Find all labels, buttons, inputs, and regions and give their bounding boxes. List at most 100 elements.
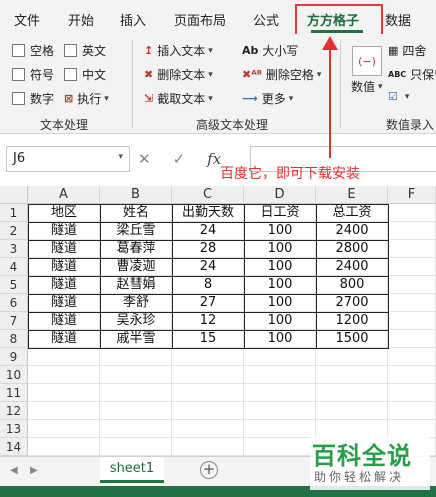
chinese-checkbox[interactable]: 中文 [64, 66, 106, 83]
data-cell[interactable]: 1200 [316, 312, 388, 330]
watermark-title: 百科全说 [312, 442, 412, 470]
column-header-e[interactable]: E [316, 186, 388, 204]
data-cell[interactable]: 100 [244, 240, 316, 258]
data-cell[interactable]: 15 [172, 330, 244, 348]
more-button[interactable]: ⟶ 更多 ▾ [242, 90, 293, 107]
data-cell[interactable]: 100 [244, 312, 316, 330]
data-cell[interactable]: 隧道 [28, 276, 100, 294]
case-button[interactable]: Ab 大小写 [242, 42, 298, 59]
data-cell[interactable]: 100 [244, 222, 316, 240]
row-header-13[interactable]: 13 [0, 420, 28, 438]
data-cell[interactable]: 100 [244, 258, 316, 276]
data-cell[interactable]: 曹凌迦 [100, 258, 172, 276]
sheet-tab[interactable]: sheet1 [100, 457, 164, 483]
data-cell[interactable]: 1500 [316, 330, 388, 348]
data-cell[interactable]: 隧道 [28, 222, 100, 240]
row-header-10[interactable]: 10 [0, 366, 28, 384]
data-cell[interactable]: 李舒 [100, 294, 172, 312]
data-cell[interactable]: 8 [172, 276, 244, 294]
data-cell[interactable]: 赵彗娟 [100, 276, 172, 294]
arrow-up-icon [322, 36, 338, 50]
chevron-right-icon[interactable]: ▶ [30, 465, 38, 476]
header-cell[interactable]: 地区 [28, 204, 100, 222]
row-header-11[interactable]: 11 [0, 384, 28, 402]
data-cell[interactable]: 隧道 [28, 240, 100, 258]
column-header-a[interactable]: A [28, 186, 100, 204]
tab-insert[interactable]: 插入 [120, 10, 146, 29]
header-cell[interactable]: 总工资 [316, 204, 388, 222]
data-cell[interactable]: 梁丘雪 [100, 222, 172, 240]
round-button[interactable]: ▦ 四舍 [388, 42, 426, 59]
header-cell[interactable]: 日工资 [244, 204, 316, 222]
row-header-5[interactable]: 5 [0, 276, 28, 294]
chevron-down-icon: ▾ [404, 91, 410, 102]
chevron-down-icon: ▾ [316, 69, 322, 80]
row-header-6[interactable]: 6 [0, 294, 28, 312]
column-header-b[interactable]: B [100, 186, 172, 204]
number-checkbox[interactable]: 数字 [12, 90, 54, 107]
data-cell[interactable]: 隧道 [28, 294, 100, 312]
row-header-3[interactable]: 3 [0, 240, 28, 258]
data-cell[interactable]: 800 [316, 276, 388, 294]
cancel-icon[interactable]: ✕ [138, 150, 151, 168]
abc-icon: ABC [388, 70, 407, 79]
tab-home[interactable]: 开始 [68, 10, 94, 29]
row-header-4[interactable]: 4 [0, 258, 28, 276]
delete-text-button[interactable]: ✖ 删除文本 ▾ [144, 66, 213, 83]
confirm-icon[interactable]: ✓ [173, 150, 186, 168]
data-cell[interactable]: 2400 [316, 258, 388, 276]
column-header-d[interactable]: D [244, 186, 316, 204]
row-header-9[interactable]: 9 [0, 348, 28, 366]
advanced-group-label: 高级文本处理 [196, 118, 269, 132]
data-cell[interactable]: 100 [244, 276, 316, 294]
data-cell[interactable]: 戚半雪 [100, 330, 172, 348]
edit-button[interactable]: ☑ ▾ [388, 90, 409, 103]
edit-icon: ☑ [388, 90, 398, 103]
tab-file[interactable]: 文件 [14, 10, 40, 29]
header-cell[interactable]: 出勤天数 [172, 204, 244, 222]
column-header-c[interactable]: C [172, 186, 244, 204]
tab-data[interactable]: 数据 [385, 10, 411, 29]
keep-only-button[interactable]: ABC只保留 [388, 66, 436, 83]
header-cell[interactable]: 姓名 [100, 204, 172, 222]
data-cell[interactable]: 隧道 [28, 258, 100, 276]
row-header-12[interactable]: 12 [0, 402, 28, 420]
tab-page-layout[interactable]: 页面布局 [174, 10, 226, 29]
value-icon[interactable]: (−) [352, 46, 382, 76]
data-cell[interactable]: 100 [244, 330, 316, 348]
execute-button[interactable]: ⊠ 执行 ▾ [64, 90, 109, 107]
value-button[interactable]: 数值 ▾ [351, 78, 383, 95]
data-cell[interactable]: 隧道 [28, 312, 100, 330]
symbol-checkbox[interactable]: 符号 [12, 66, 54, 83]
data-cell[interactable]: 2800 [316, 240, 388, 258]
data-cell[interactable]: 27 [172, 294, 244, 312]
data-cell[interactable]: 28 [172, 240, 244, 258]
data-cell[interactable]: 2400 [316, 222, 388, 240]
chevron-left-icon[interactable]: ◀ [10, 465, 18, 476]
english-checkbox[interactable]: 英文 [64, 42, 106, 59]
row-header-8[interactable]: 8 [0, 330, 28, 348]
name-box[interactable]: J6 ▾ [6, 146, 130, 172]
extract-text-label: 截取文本 [157, 92, 206, 106]
extract-text-button[interactable]: ⇲ 截取文本 ▾ [144, 90, 213, 107]
delete-spaces-button[interactable]: ✖ᴬᴮ 删除空格 ▾ [242, 66, 321, 83]
data-cell[interactable]: 12 [172, 312, 244, 330]
row-header-7[interactable]: 7 [0, 312, 28, 330]
select-all-corner[interactable] [0, 186, 28, 204]
data-cell[interactable]: 2700 [316, 294, 388, 312]
chevron-down-icon: ▾ [208, 93, 213, 104]
row-header-1[interactable]: 1 [0, 204, 28, 222]
add-sheet-button[interactable]: + [200, 461, 218, 479]
data-cell[interactable]: 24 [172, 258, 244, 276]
data-cell[interactable]: 隧道 [28, 330, 100, 348]
data-cell[interactable]: 吴永珍 [100, 312, 172, 330]
column-header-f[interactable]: F [388, 186, 436, 204]
row-header-2[interactable]: 2 [0, 222, 28, 240]
data-cell[interactable]: 100 [244, 294, 316, 312]
row-header-14[interactable]: 14 [0, 438, 28, 456]
insert-text-button[interactable]: ↥ 插入文本 ▾ [144, 42, 213, 59]
space-checkbox[interactable]: 空格 [12, 42, 54, 59]
tab-formulas[interactable]: 公式 [253, 10, 279, 29]
data-cell[interactable]: 葛春萍 [100, 240, 172, 258]
data-cell[interactable]: 24 [172, 222, 244, 240]
